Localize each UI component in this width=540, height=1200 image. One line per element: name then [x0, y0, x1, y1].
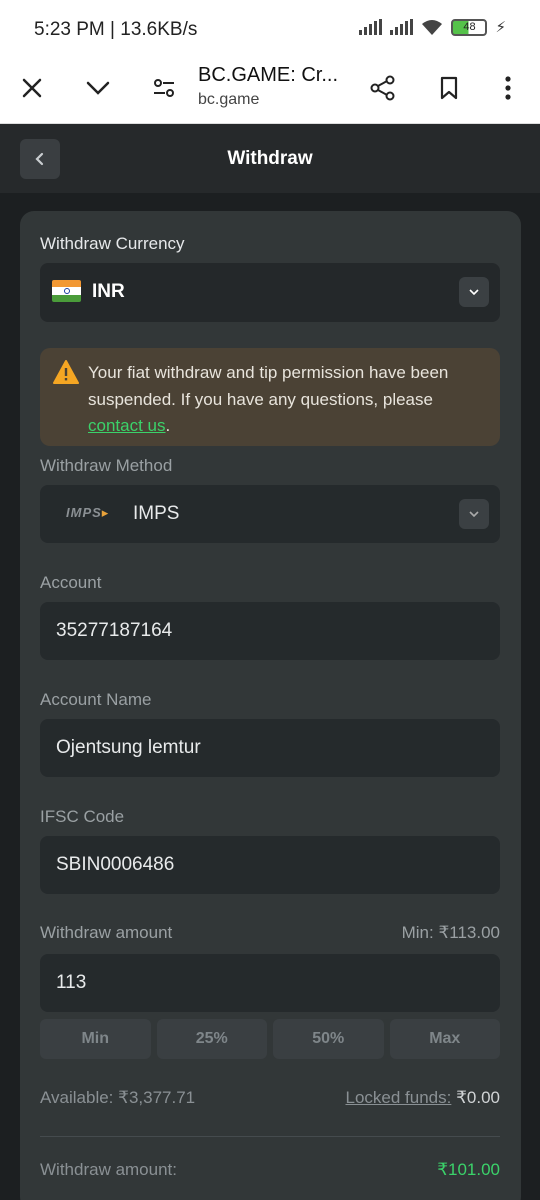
locked-funds-link[interactable]: Locked funds: — [346, 1088, 452, 1107]
account-input[interactable]: 35277187164 — [40, 602, 500, 660]
chevron-down-icon[interactable] — [459, 499, 489, 529]
summary-label: Withdraw amount: — [40, 1160, 177, 1179]
locked-funds-value: ₹0.00 — [456, 1088, 500, 1107]
ifsc-label: IFSC Code — [40, 807, 125, 826]
warning-icon — [53, 360, 79, 384]
ifsc-value: SBIN0006486 — [56, 854, 175, 875]
page-header: Withdraw — [0, 124, 540, 193]
account-value: 35277187164 — [56, 620, 173, 641]
site-settings-icon[interactable] — [144, 68, 184, 108]
browser-toolbar: BC.GAME: Cr... bc.game — [0, 58, 540, 124]
percent-50-button[interactable]: 50% — [273, 1019, 384, 1059]
account-name-input[interactable]: Ojentsung lemtur — [40, 719, 500, 777]
charging-icon: ⚡ — [495, 19, 506, 36]
account-label: Account — [40, 573, 102, 592]
signal-icon — [359, 19, 383, 35]
min-button[interactable]: Min — [40, 1019, 151, 1059]
chevron-down-icon[interactable] — [78, 68, 118, 108]
status-bar: 5:23 PM | 13.6KB/s 48 ⚡ — [0, 0, 540, 58]
currency-label: Withdraw Currency — [40, 234, 185, 253]
available-balance: Available: ₹3,377.71 — [40, 1088, 196, 1107]
permission-warning: Your fiat withdraw and tip permission ha… — [40, 348, 500, 446]
account-name-label: Account Name — [40, 690, 152, 709]
method-label: Withdraw Method — [40, 456, 173, 475]
share-icon[interactable] — [363, 68, 403, 108]
bookmark-icon[interactable] — [429, 68, 469, 108]
amount-input[interactable]: 113 — [40, 954, 500, 1012]
percent-25-button[interactable]: 25% — [156, 1019, 267, 1059]
max-button[interactable]: Max — [389, 1019, 500, 1059]
warning-text: Your fiat withdraw and tip permission ha… — [88, 360, 490, 440]
ifsc-input[interactable]: SBIN0006486 — [40, 836, 500, 894]
summary-value: ₹101.00 — [437, 1160, 500, 1179]
browser-url[interactable]: bc.game — [198, 91, 259, 109]
browser-page-title: BC.GAME: Cr... — [198, 64, 339, 86]
page-title: Withdraw — [227, 148, 313, 169]
method-value: IMPS — [133, 503, 180, 524]
status-time: 5:23 PM | 13.6KB/s — [34, 19, 198, 40]
imps-logo-text: IMPS — [66, 505, 102, 520]
signal-icon-2 — [390, 19, 414, 35]
wifi-icon — [422, 19, 443, 35]
warning-period: . — [165, 416, 171, 435]
battery-level: 48 — [463, 21, 476, 33]
amount-label: Withdraw amount — [40, 923, 173, 942]
currency-value: INR — [92, 281, 125, 302]
min-amount-text: Min: ₹113.00 — [401, 923, 500, 942]
locked-funds: Locked funds: ₹0.00 — [346, 1088, 501, 1108]
contact-us-link[interactable]: contact us — [88, 416, 166, 435]
close-icon[interactable] — [12, 68, 52, 108]
amount-shortcuts: Min 25% 50% Max — [40, 1019, 500, 1059]
divider — [40, 1136, 500, 1137]
method-select[interactable]: IMPS▸ IMPS — [40, 485, 500, 543]
more-menu-icon[interactable] — [488, 68, 528, 108]
imps-logo-icon: IMPS▸ — [66, 505, 110, 520]
india-flag-icon — [52, 280, 81, 302]
battery-icon: 48 — [451, 18, 488, 36]
amount-value: 113 — [56, 972, 87, 993]
chevron-down-icon[interactable] — [459, 277, 489, 307]
currency-select[interactable]: INR — [40, 263, 500, 322]
warning-message: Your fiat withdraw and tip permission ha… — [88, 363, 449, 409]
status-icons: 48 ⚡ — [359, 18, 506, 36]
account-name-value: Ojentsung lemtur — [56, 737, 201, 758]
